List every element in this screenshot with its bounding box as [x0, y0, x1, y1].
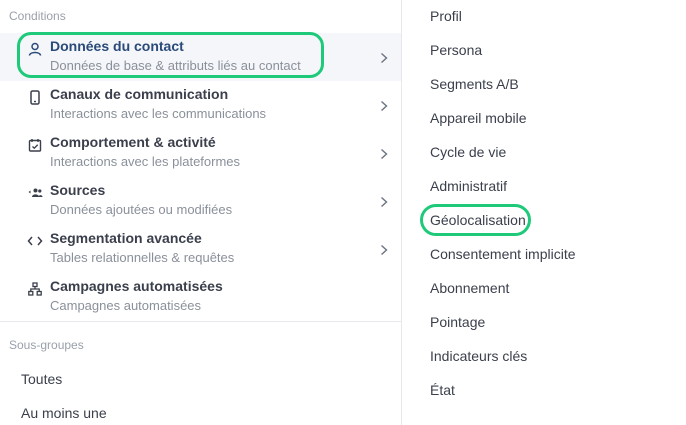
attribute-item-pointage[interactable]: Pointage [430, 314, 485, 330]
chevron-right-icon [379, 99, 389, 112]
attribute-item-cycle-de-vie[interactable]: Cycle de vie [430, 144, 506, 160]
mobile-icon [27, 89, 43, 105]
condition-item-comportement[interactable]: Comportement & activité Interactions ave… [0, 129, 401, 177]
condition-item-segmentation[interactable]: Segmentation avancée Tables relationnell… [0, 225, 401, 273]
condition-subtitle: Interactions avec les communications [50, 106, 267, 121]
condition-item-campagnes[interactable]: Campagnes automatisées Campagnes automat… [0, 273, 401, 321]
attribute-item-consentement-implicite[interactable]: Consentement implicite [430, 246, 576, 262]
conditions-panel: Conditions Données du contact Données de… [0, 0, 402, 425]
condition-subtitle: Données ajoutées ou modifiées [50, 202, 233, 217]
condition-item-donnees-contact[interactable]: Données du contact Données de base & att… [0, 33, 401, 81]
sitemap-icon [27, 281, 43, 297]
attribute-item-abonnement[interactable]: Abonnement [430, 280, 509, 296]
attribute-item-etat[interactable]: État [430, 382, 455, 398]
subgroup-item-toutes[interactable]: Toutes [21, 371, 62, 387]
code-icon [27, 233, 43, 249]
chevron-right-icon [379, 51, 389, 64]
attributes-panel: Profil Persona Segments A/B Appareil mob… [403, 0, 686, 425]
condition-title: Canaux de communication [50, 86, 229, 102]
subgroups-label: Sous-groupes [9, 338, 84, 352]
condition-title: Sources [50, 182, 106, 198]
conditions-label: Conditions [9, 9, 66, 23]
section-divider [0, 321, 401, 322]
condition-title: Données du contact [50, 38, 184, 54]
sources-icon [27, 185, 43, 201]
attribute-item-indicateurs-cles[interactable]: Indicateurs clés [430, 348, 527, 364]
chevron-right-icon [379, 147, 389, 160]
condition-subtitle: Interactions avec les plateformes [50, 154, 241, 169]
attribute-item-persona[interactable]: Persona [430, 42, 482, 58]
subgroup-item-au-moins-une[interactable]: Au moins une [21, 405, 107, 421]
chevron-right-icon [379, 195, 389, 208]
user-icon [27, 41, 43, 57]
condition-title: Comportement & activité [50, 134, 216, 150]
condition-subtitle: Tables relationnelles & requêtes [50, 250, 235, 265]
condition-title: Campagnes automatisées [50, 278, 223, 294]
condition-item-canaux[interactable]: Canaux de communication Interactions ave… [0, 81, 401, 129]
condition-item-sources[interactable]: Sources Données ajoutées ou modifiées [0, 177, 401, 225]
attribute-item-geolocalisation[interactable]: Géolocalisation [430, 212, 526, 228]
condition-subtitle: Campagnes automatisées [50, 298, 202, 313]
attribute-item-administratif[interactable]: Administratif [430, 178, 507, 194]
chevron-right-icon [379, 243, 389, 256]
attribute-item-segments-ab[interactable]: Segments A/B [430, 76, 519, 92]
calendar-check-icon [27, 137, 43, 153]
attribute-item-profil[interactable]: Profil [430, 8, 462, 24]
attribute-item-appareil-mobile[interactable]: Appareil mobile [430, 110, 527, 126]
condition-subtitle: Données de base & attributs liés au cont… [50, 58, 301, 73]
condition-title: Segmentation avancée [50, 230, 202, 246]
